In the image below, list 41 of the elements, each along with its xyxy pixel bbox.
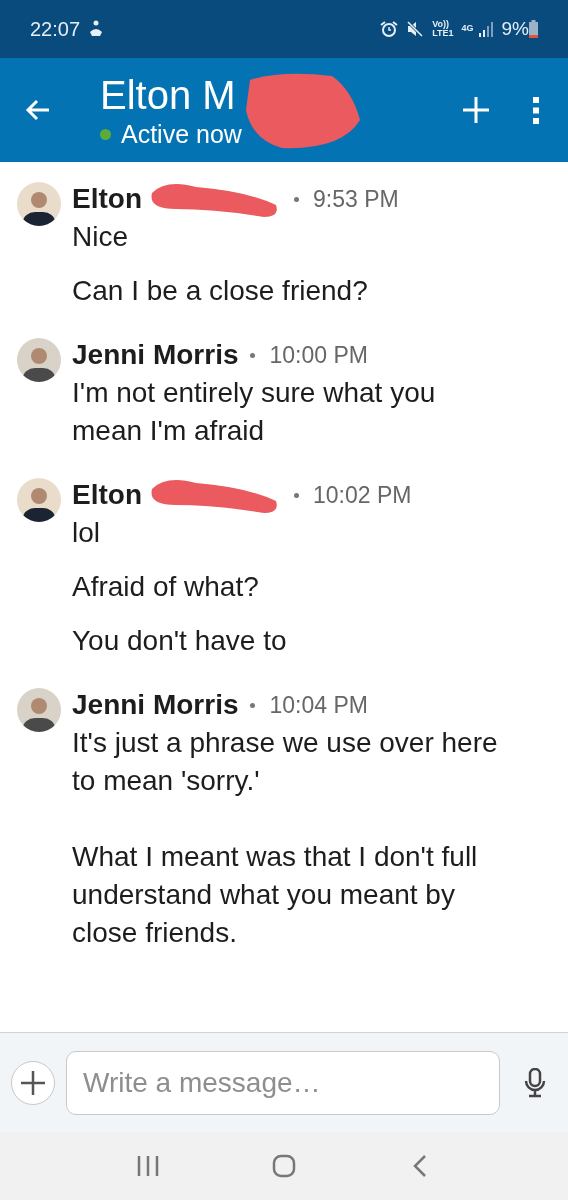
message-text: Can I be a close friend? [72, 274, 369, 308]
message-time: 10:00 PM [269, 340, 368, 370]
data-label: 4G [461, 22, 474, 36]
avatar-icon [17, 182, 61, 226]
avatar-icon [17, 688, 61, 732]
attach-button[interactable] [11, 1060, 55, 1105]
conversation-title: Elton M [100, 72, 236, 118]
avatar-icon [17, 478, 61, 522]
plus-icon [21, 1070, 45, 1095]
volte-label: Vo)) [432, 20, 449, 29]
lte-label: LTE1 [432, 29, 454, 38]
message-text: It's just a phrase we use over here to mean 'sorry.' What I meant was that I don't full understand what you meant by close friends. [72, 726, 499, 950]
signal-icon [477, 21, 494, 37]
microphone-icon [523, 1067, 547, 1098]
recent-apps-icon [137, 1156, 159, 1176]
status-time: 22:07 [30, 17, 81, 42]
mute-icon [406, 20, 425, 38]
presence-status: Active now [121, 120, 242, 148]
battery-percent: 9% [501, 16, 529, 41]
message-text: Nice [72, 220, 129, 254]
sender-name: Elton [72, 182, 142, 216]
sender-name: Jenni Morris [72, 688, 239, 722]
avatar-icon [17, 338, 61, 382]
message-text: I'm not entirely sure what you mean I'm afraid [72, 376, 437, 448]
more-options-icon [533, 96, 539, 124]
sender-name: Jenni Morris [72, 338, 239, 372]
message-time: 10:04 PM [269, 690, 368, 720]
message-input[interactable]: Write a message… [66, 1050, 500, 1115]
message-time: 10:02 PM [313, 480, 412, 510]
plus-icon [463, 97, 489, 123]
message-text: Afraid of what? [72, 570, 260, 604]
home-icon [272, 1154, 296, 1178]
back-chevron-icon [413, 1154, 427, 1178]
message-time: 9:53 PM [313, 184, 399, 214]
sender-name: Elton [72, 478, 142, 512]
message-text: lol [72, 516, 101, 550]
back-arrow-icon [25, 99, 51, 121]
battery-icon [529, 20, 538, 38]
accessibility-icon [88, 20, 105, 38]
alarm-icon [380, 20, 399, 38]
message-text: You don't have to [72, 624, 288, 658]
